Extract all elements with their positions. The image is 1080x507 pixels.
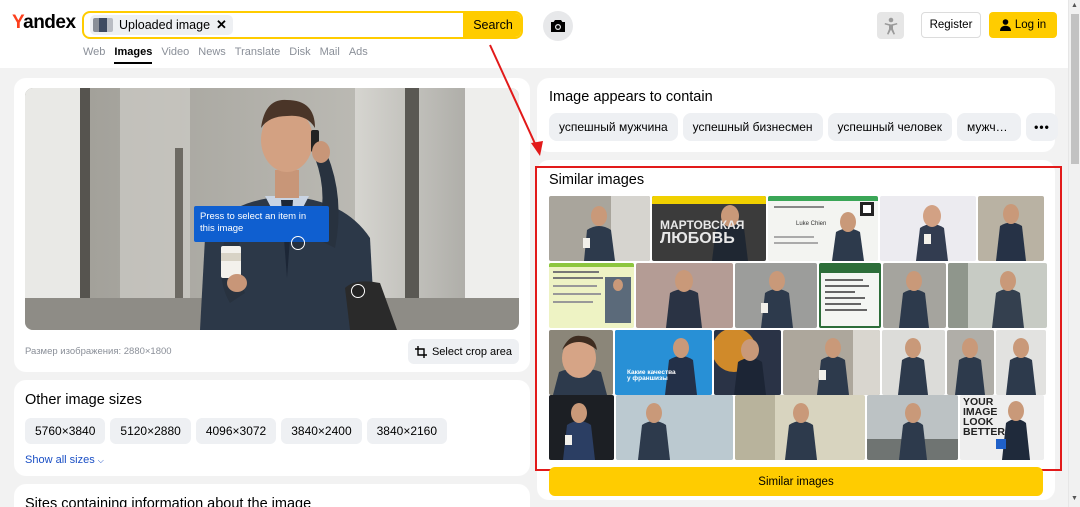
show-all-sizes-label: Show all sizes [25, 454, 95, 466]
other-sizes-title: Other image sizes [25, 392, 142, 408]
nav-images[interactable]: Images [114, 46, 153, 64]
size-option[interactable]: 3840×2400 [281, 418, 362, 444]
tag-chip[interactable]: успешный человек [827, 113, 952, 141]
uploaded-image-label: Uploaded image [119, 18, 211, 32]
tag-list: успешный мужчина успешный бизнесмен успе… [549, 113, 1058, 141]
crop-icon [414, 345, 427, 358]
image-contains-title: Image appears to contain [549, 89, 713, 105]
crop-button-label: Select crop area [431, 345, 513, 358]
nav-ads[interactable]: Ads [349, 46, 368, 64]
show-all-sizes-link[interactable]: Show all sizes ⌵ [25, 454, 104, 466]
register-button[interactable]: Register [921, 12, 981, 38]
yandex-logo[interactable]: Yandex [12, 12, 76, 34]
nav-web[interactable]: Web [83, 46, 105, 64]
close-icon[interactable]: ✕ [216, 17, 227, 33]
page-scrollbar[interactable]: ▲ ▼ [1068, 0, 1080, 507]
scrollbar-thumb[interactable] [1071, 14, 1079, 164]
other-sizes-card: Other image sizes 5760×3840 5120×2880 40… [14, 380, 530, 476]
tag-chip[interactable]: мужч… [956, 113, 1021, 141]
more-tags-button[interactable]: ••• [1025, 113, 1058, 141]
highlight-box [535, 166, 1062, 471]
chevron-down-icon: ⌵ [97, 456, 104, 465]
login-button[interactable]: Log in [989, 12, 1057, 38]
nav-mail[interactable]: Mail [320, 46, 340, 64]
uploaded-image-thumbnail [93, 18, 113, 32]
camera-search-button[interactable] [543, 11, 573, 41]
accessibility-icon [884, 17, 897, 35]
login-label: Log in [1014, 19, 1047, 31]
camera-icon [551, 20, 565, 32]
select-crop-area-button[interactable]: Select crop area [408, 339, 519, 364]
tag-chip[interactable]: успешный бизнесмен [682, 113, 823, 141]
size-option[interactable]: 5120×2880 [110, 418, 191, 444]
image-contains-card: Image appears to contain успешный мужчин… [537, 78, 1058, 152]
object-marker-bag[interactable] [351, 284, 365, 298]
tag-chip[interactable]: успешный мужчина [549, 113, 678, 141]
size-option[interactable]: 5760×3840 [25, 418, 106, 444]
size-options: 5760×3840 5120×2880 4096×3072 3840×2400 … [25, 418, 448, 444]
size-option[interactable]: 4096×3072 [195, 418, 277, 444]
nav-news[interactable]: News [198, 46, 226, 64]
sites-card: Sites containing information about the i… [14, 484, 530, 507]
select-item-tooltip: Press to select an item in this image [194, 206, 329, 242]
uploaded-image-chip[interactable]: Uploaded image ✕ [90, 15, 233, 35]
similar-images-button[interactable]: Similar images [549, 467, 1043, 496]
scroll-down-icon[interactable]: ▼ [1071, 495, 1078, 502]
search-bar[interactable]: Uploaded image ✕ Search [82, 11, 523, 39]
header: Yandex Uploaded image ✕ Search Web Image… [0, 0, 1068, 68]
query-image-card: Press to select an item in this image Ра… [14, 78, 530, 372]
search-button[interactable]: Search [463, 13, 521, 37]
scroll-up-icon[interactable]: ▲ [1071, 2, 1078, 9]
nav-disk[interactable]: Disk [289, 46, 310, 64]
user-icon [999, 19, 1011, 31]
image-size-label: Размер изображения: 2880×1800 [25, 346, 172, 357]
size-option[interactable]: 3840×2160 [366, 418, 448, 444]
query-image[interactable]: Press to select an item in this image [25, 88, 519, 330]
sites-title: Sites containing information about the i… [25, 496, 312, 507]
accessibility-button[interactable] [877, 12, 904, 39]
search-nav: Web Images Video News Translate Disk Mai… [83, 46, 368, 64]
nav-translate[interactable]: Translate [235, 46, 280, 64]
nav-video[interactable]: Video [161, 46, 189, 64]
object-marker-face[interactable] [291, 236, 305, 250]
